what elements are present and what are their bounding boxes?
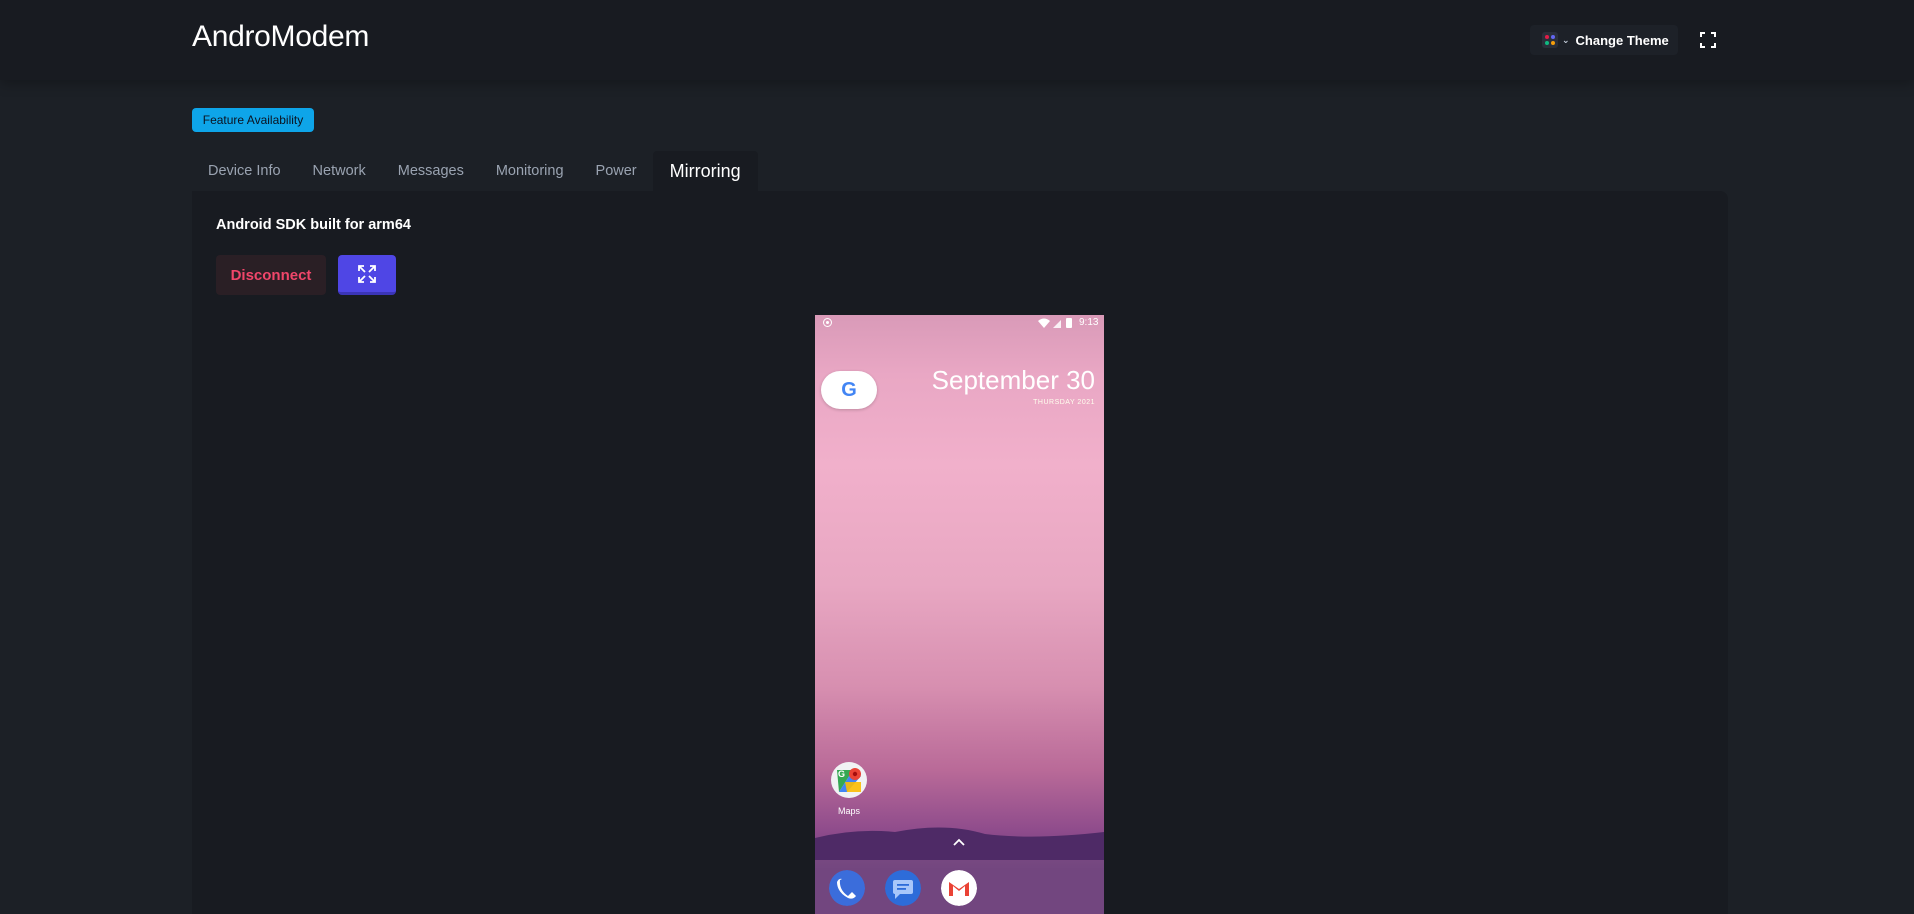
tab-device-info[interactable]: Device Info <box>192 151 297 191</box>
tab-power[interactable]: Power <box>580 151 653 191</box>
phone-status-bar: 9:13 <box>815 315 1104 331</box>
chevron-down-icon: ⌄ <box>1562 34 1570 45</box>
app-drawer-arrow-icon[interactable] <box>952 837 966 847</box>
google-g-icon: G <box>841 378 857 401</box>
expand-icon <box>358 264 376 283</box>
google-search-widget[interactable]: G <box>821 371 877 409</box>
tab-messages[interactable]: Messages <box>382 151 480 191</box>
expand-button[interactable] <box>338 255 396 295</box>
palette-icon <box>1542 32 1558 48</box>
disconnect-button[interactable]: Disconnect <box>216 255 326 295</box>
phone-clock: 9:13 <box>1079 317 1099 328</box>
tab-bar: Device Info Network Messages Monitoring … <box>192 151 758 191</box>
maps-app-label: Maps <box>837 806 860 816</box>
feature-availability-badge[interactable]: Feature Availability <box>192 108 314 132</box>
app-header: AndroModem ⌄ Change Theme <box>0 0 1914 80</box>
home-weekday: THURSDAY 2021 <box>1033 399 1095 406</box>
svg-text:G: G <box>838 769 845 779</box>
status-icons <box>1038 318 1072 328</box>
tab-mirroring[interactable]: Mirroring <box>652 151 758 191</box>
phone-mirror-screen[interactable]: 9:13 G September 30 THURSDAY 2021 G Maps <box>815 315 1104 914</box>
phone-dock <box>815 860 1104 914</box>
fullscreen-icon[interactable] <box>1700 32 1716 48</box>
device-name: Android SDK built for arm64 <box>216 217 411 233</box>
messages-app-icon[interactable] <box>885 870 921 906</box>
phone-app-icon[interactable] <box>829 870 865 906</box>
notification-icon <box>823 318 832 327</box>
change-theme-button[interactable]: ⌄ Change Theme <box>1530 25 1678 55</box>
gmail-app-icon[interactable] <box>941 870 977 906</box>
app-title: AndroModem <box>192 20 370 53</box>
change-theme-label: Change Theme <box>1575 32 1669 48</box>
maps-app-icon[interactable]: G <box>831 762 867 798</box>
home-date[interactable]: September 30 <box>915 365 1095 396</box>
tab-monitoring[interactable]: Monitoring <box>480 151 580 191</box>
tab-network[interactable]: Network <box>297 151 382 191</box>
